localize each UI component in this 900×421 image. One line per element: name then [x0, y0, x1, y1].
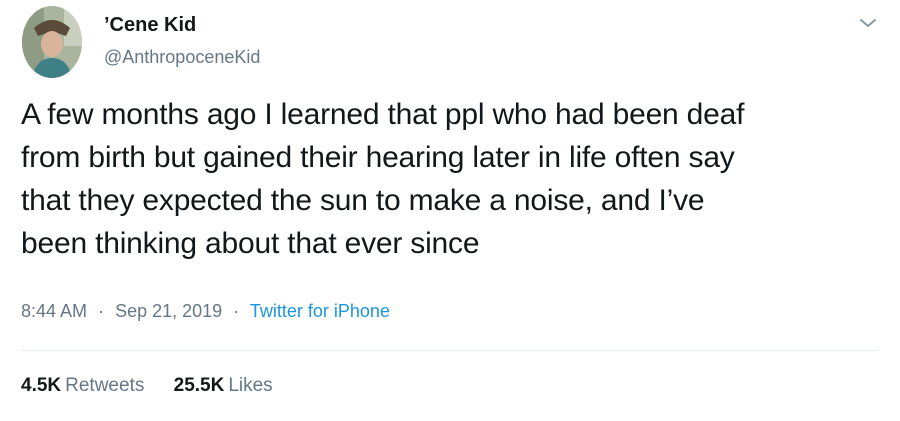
tweet-source-link[interactable]: Twitter for iPhone — [250, 301, 390, 321]
meta-separator: · — [233, 301, 240, 321]
retweets-count: 4.5K — [21, 375, 62, 396]
likes-stat[interactable]: 25.5K Likes — [174, 375, 273, 397]
avatar-image — [22, 6, 82, 78]
author-handle[interactable]: @AnthropoceneKid — [104, 47, 260, 68]
tweet-text: A few months ago I learned that ppl who … — [21, 98, 745, 260]
tweet-stats: 4.5K Retweets 25.5K Likes — [21, 375, 273, 397]
tweet-card: ’Cene Kid @AnthropoceneKid A few months … — [0, 0, 900, 421]
chevron-down-icon[interactable] — [856, 14, 880, 32]
tweet-time[interactable]: 8:44 AM — [21, 301, 87, 321]
likes-label: Likes — [228, 375, 273, 396]
tweet-date[interactable]: Sep 21, 2019 — [115, 301, 222, 321]
likes-count: 25.5K — [173, 375, 225, 396]
author-display-name[interactable]: ’Cene Kid — [104, 14, 196, 37]
divider — [21, 350, 878, 351]
retweets-stat[interactable]: 4.5K Retweets — [21, 375, 144, 397]
tweet-meta: 8:44 AM · Sep 21, 2019 · Twitter for iPh… — [21, 301, 390, 322]
retweets-label: Retweets — [65, 375, 145, 396]
avatar[interactable] — [22, 6, 82, 78]
meta-separator: · — [98, 301, 105, 321]
